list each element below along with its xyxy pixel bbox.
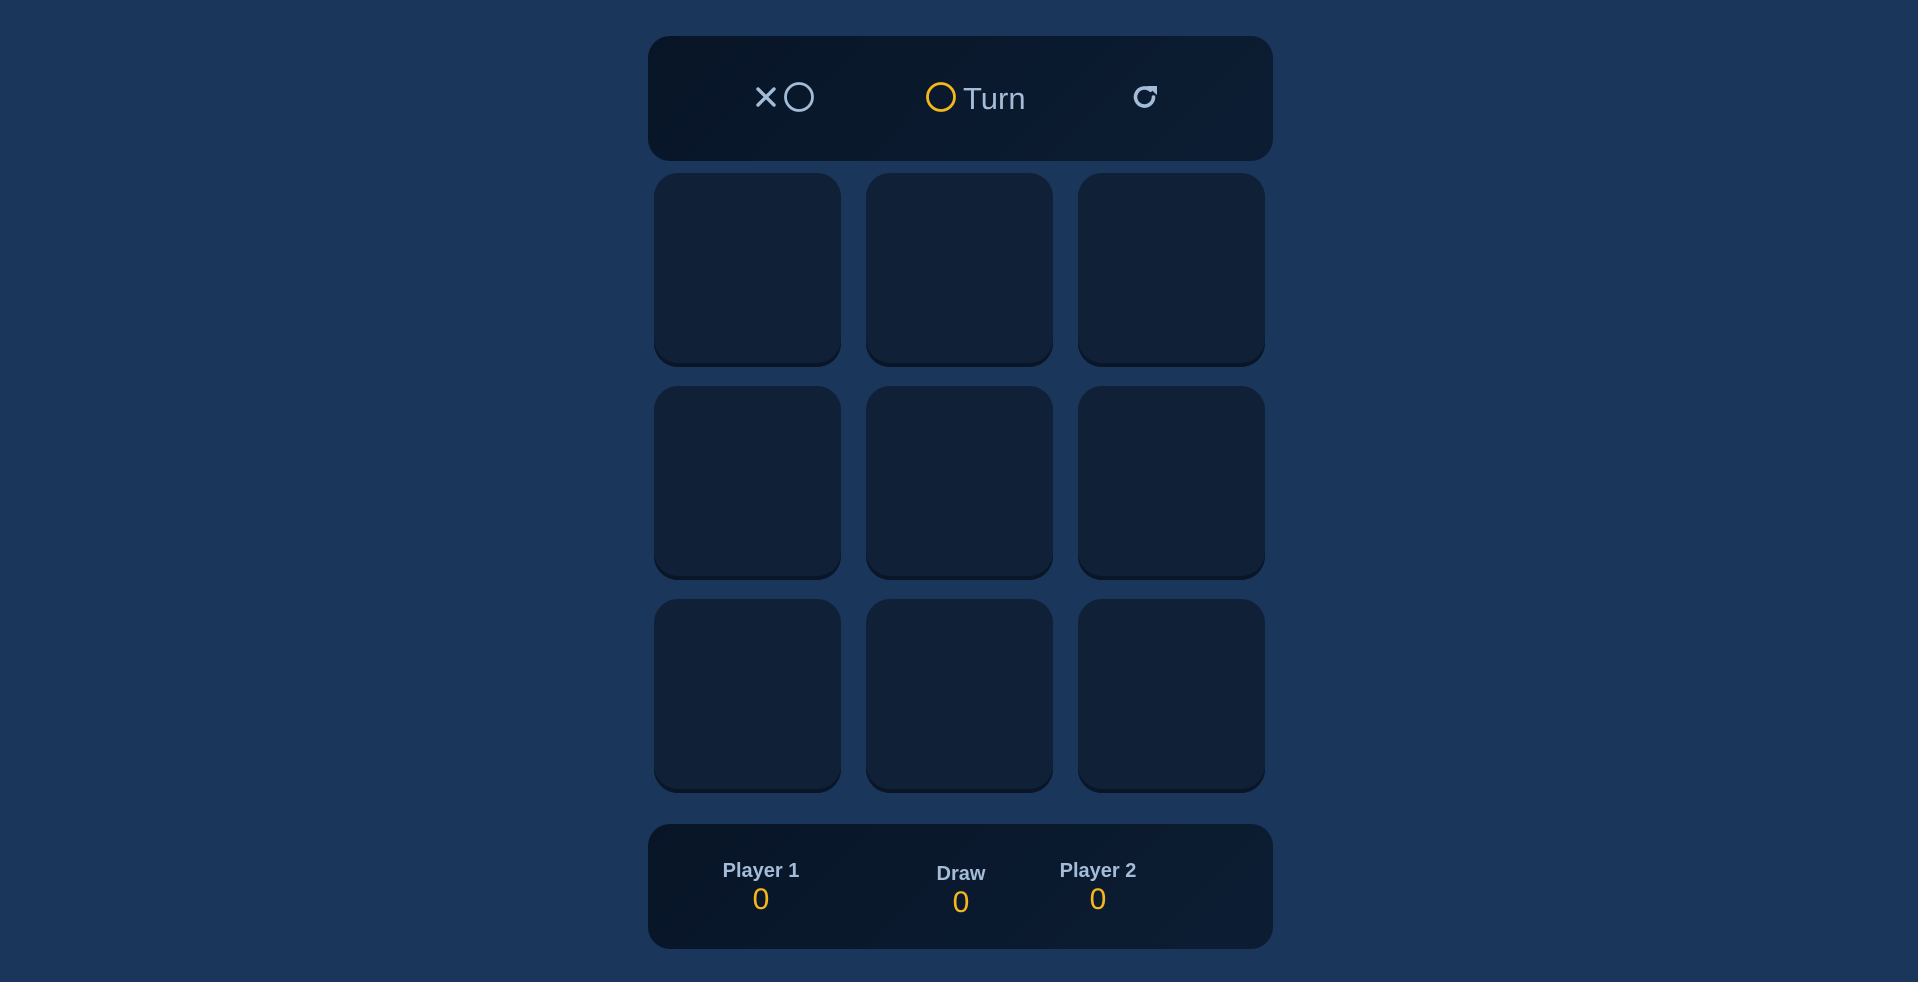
draw-label: Draw (936, 863, 986, 885)
xo-logo (755, 81, 815, 118)
player2-value: 0 (1089, 883, 1107, 916)
board-cell-1[interactable] (654, 173, 841, 367)
draw-value: 0 (952, 886, 970, 919)
player2-score: Player 2 0 (1028, 859, 1168, 917)
board-cell-3[interactable] (1078, 173, 1265, 367)
board-cell-7[interactable] (654, 599, 841, 793)
board-cell-4[interactable] (654, 386, 841, 580)
draw-score: Draw 0 (891, 862, 1031, 920)
scoreboard: Player 1 0 Draw 0 Player 2 0 (648, 824, 1273, 949)
o-mark-icon (925, 81, 957, 118)
restart-icon (1130, 82, 1160, 117)
board-cell-2[interactable] (866, 173, 1053, 367)
player2-label: Player 2 (1059, 860, 1137, 882)
board-cell-8[interactable] (866, 599, 1053, 793)
board-cell-5[interactable] (866, 386, 1053, 580)
turn-label: Turn (963, 81, 1026, 116)
restart-button[interactable] (1129, 83, 1161, 115)
board-cell-9[interactable] (1078, 599, 1265, 793)
player1-value: 0 (752, 883, 770, 916)
player1-label: Player 1 (722, 860, 800, 882)
game-board (654, 173, 1265, 793)
x-mark-icon (755, 86, 777, 113)
o-mark-icon (783, 81, 815, 118)
game-header: Turn (648, 36, 1273, 161)
board-cell-6[interactable] (1078, 386, 1265, 580)
player1-score: Player 1 0 (691, 859, 831, 917)
turn-indicator: Turn (925, 80, 1026, 118)
